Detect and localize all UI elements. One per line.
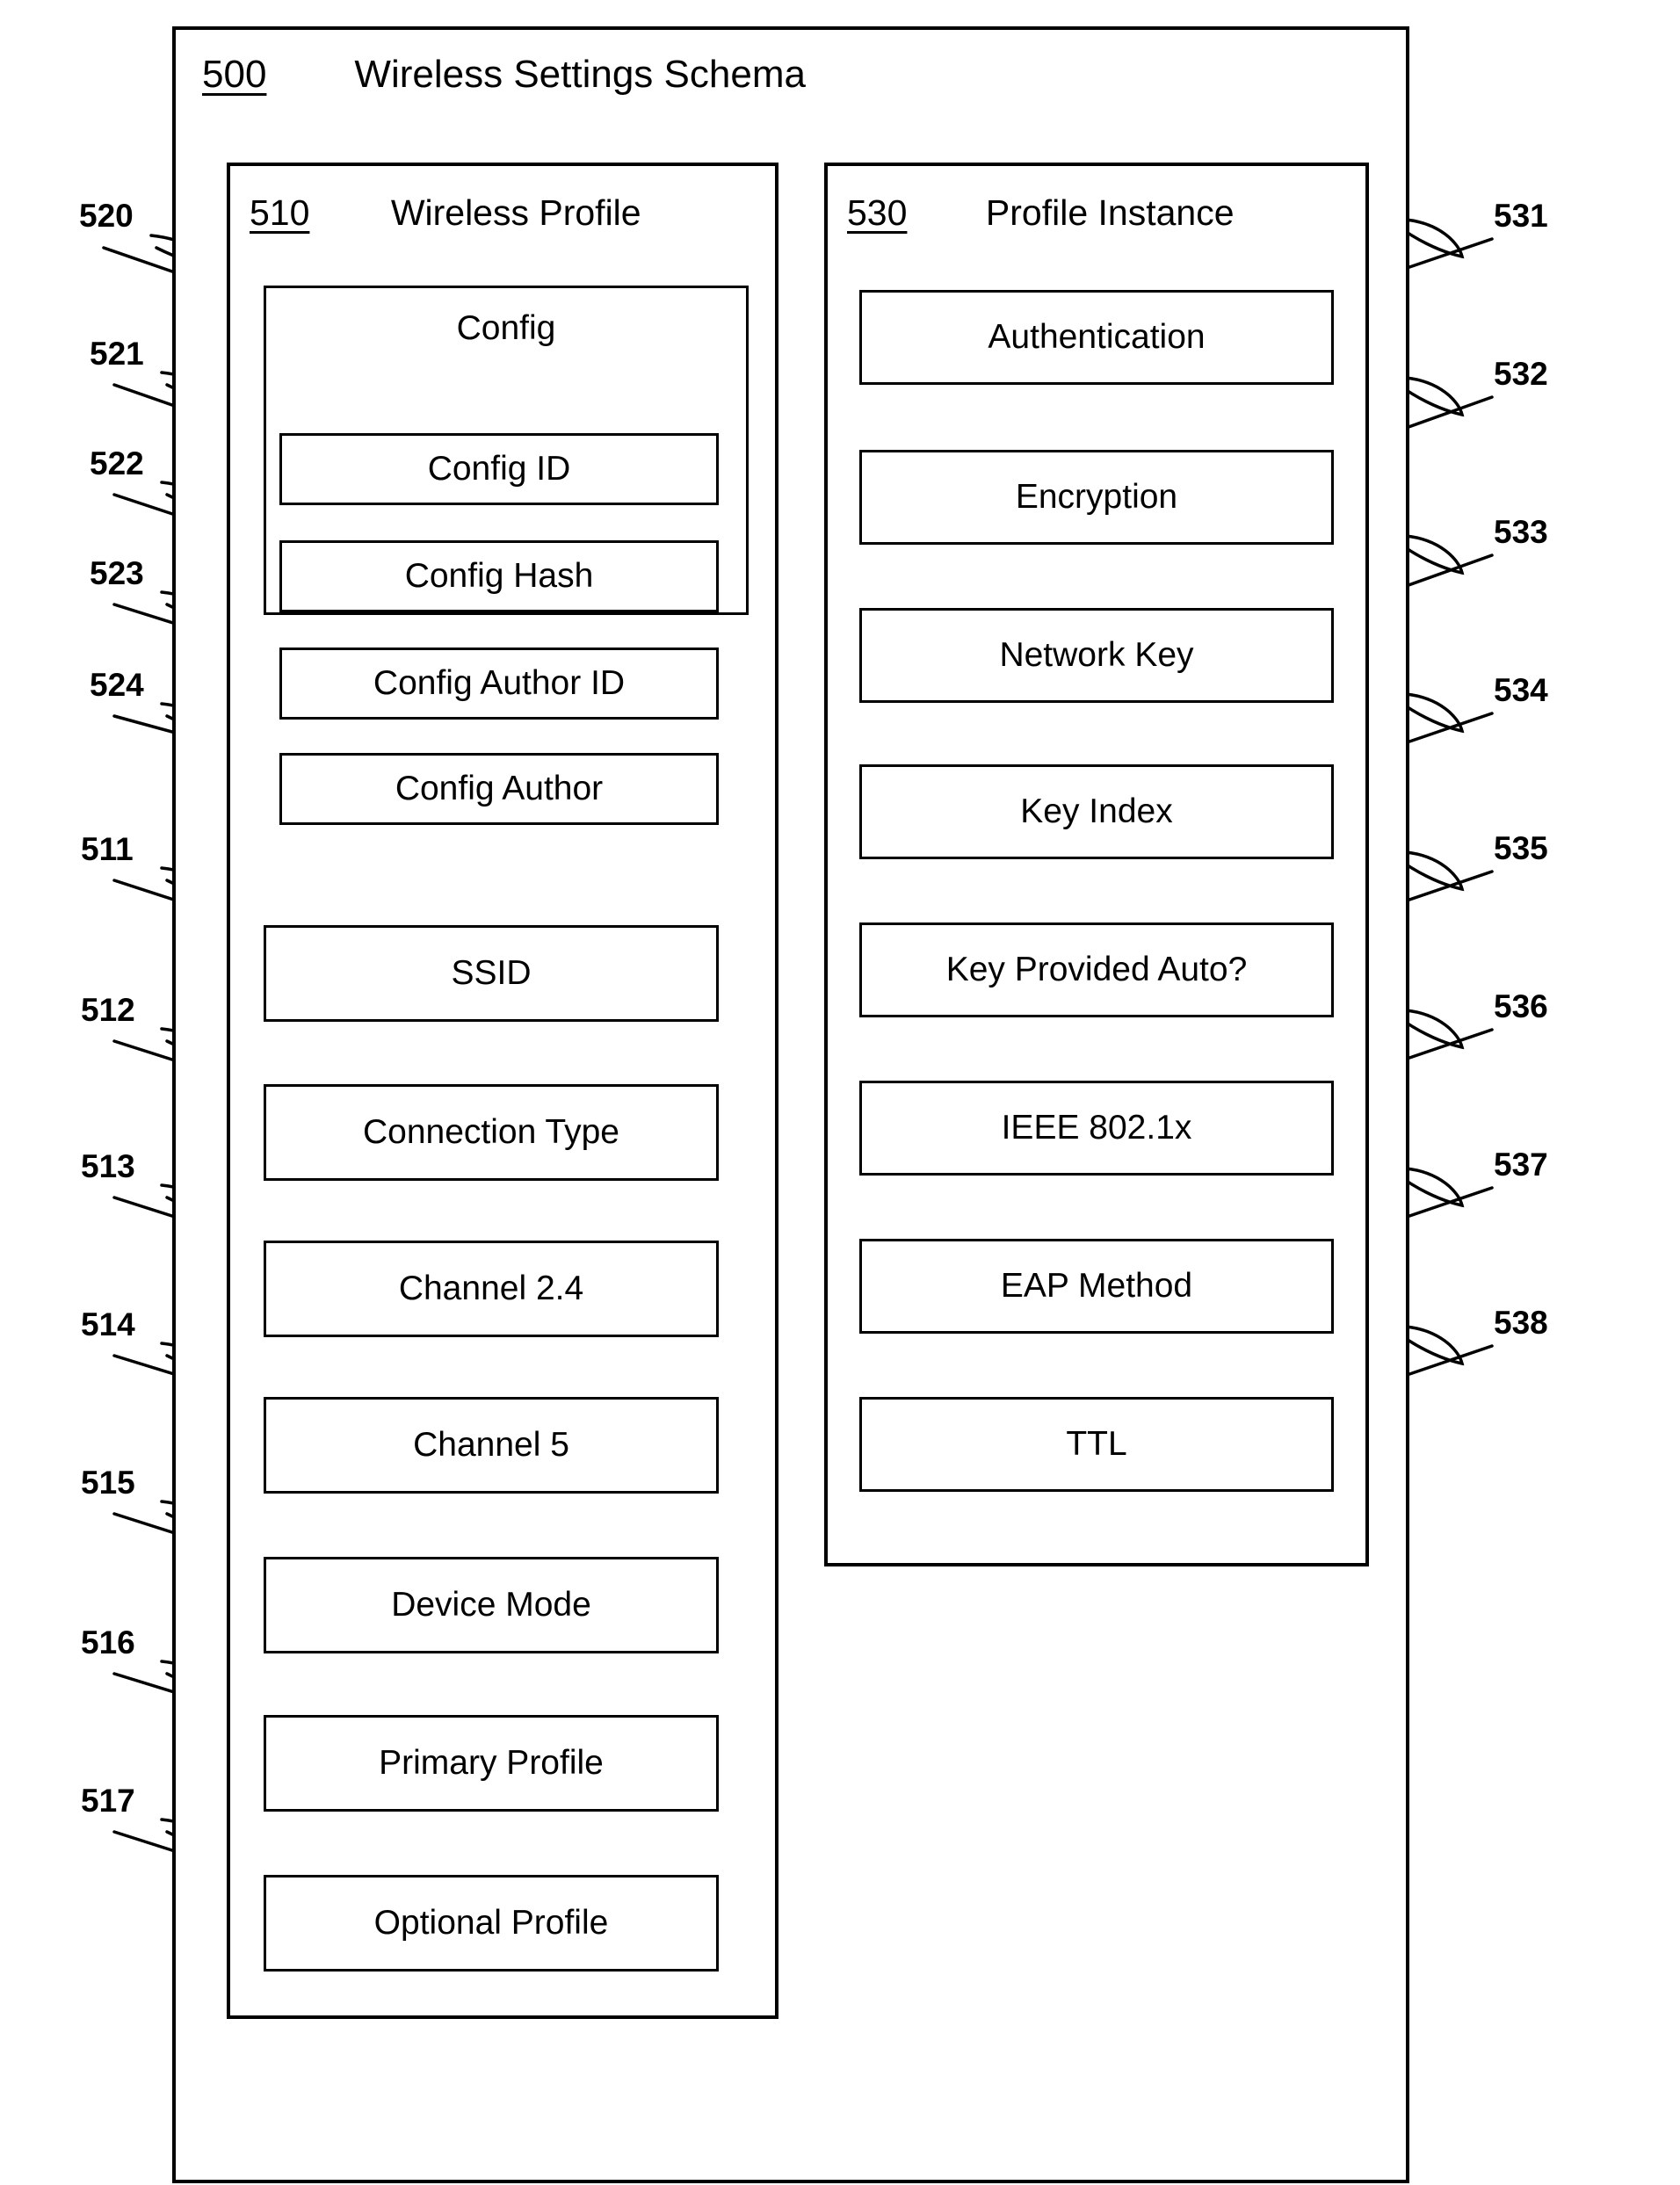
config-group-label: Config xyxy=(456,309,556,347)
refnum-512: 512 xyxy=(81,992,135,1028)
ssid-label: SSID xyxy=(451,954,532,992)
channel-5-box: Channel 5 xyxy=(264,1397,719,1494)
ssid-box: SSID xyxy=(264,925,719,1022)
primary-profile-box: Primary Profile xyxy=(264,1715,719,1812)
config-hash-box: Config Hash xyxy=(279,540,719,612)
refnum-522: 522 xyxy=(90,445,144,481)
eap-method-box: EAP Method xyxy=(859,1239,1334,1334)
refnum-516: 516 xyxy=(81,1624,135,1660)
config-hash-label: Config Hash xyxy=(404,557,594,595)
refnum-514: 514 xyxy=(81,1306,135,1342)
key-index-box: Key Index xyxy=(859,764,1334,859)
primary-profile-label: Primary Profile xyxy=(379,1744,604,1782)
channel-5-label: Channel 5 xyxy=(413,1426,569,1464)
device-mode-label: Device Mode xyxy=(391,1586,591,1624)
wireless-profile-ref-number: 510 xyxy=(250,192,310,233)
channel-24-box: Channel 2.4 xyxy=(264,1241,719,1337)
connection-type-box: Connection Type xyxy=(264,1084,719,1181)
wireless-profile-title: Wireless Profile xyxy=(390,192,641,233)
config-author-id-box: Config Author ID xyxy=(279,648,719,720)
device-mode-box: Device Mode xyxy=(264,1557,719,1653)
config-author-label: Config Author xyxy=(395,770,604,807)
figure-ref-number: 500 xyxy=(202,53,267,96)
channel-24-label: Channel 2.4 xyxy=(398,1270,584,1307)
profile-instance-header: 530 Profile Instance xyxy=(828,185,1365,240)
config-author-box: Config Author xyxy=(279,753,719,825)
figure-title-text: Wireless Settings Schema xyxy=(354,53,806,96)
ttl-box: TTL xyxy=(859,1397,1334,1492)
network-key-label: Network Key xyxy=(999,636,1194,674)
refnum-524: 524 xyxy=(90,667,144,703)
config-id-label: Config ID xyxy=(427,450,571,488)
ieee-8021x-box: IEEE 802.1x xyxy=(859,1081,1334,1176)
optional-profile-label: Optional Profile xyxy=(373,1904,609,1942)
refnum-537: 537 xyxy=(1494,1147,1548,1183)
key-provided-auto-box: Key Provided Auto? xyxy=(859,922,1334,1017)
refnum-523: 523 xyxy=(90,555,144,591)
refnum-521: 521 xyxy=(90,336,144,372)
refnum-531: 531 xyxy=(1494,198,1548,234)
patent-figure: 500 Wireless Settings Schema 510 Wireles… xyxy=(0,0,1680,2185)
authentication-box: Authentication xyxy=(859,290,1334,385)
ttl-label: TTL xyxy=(1066,1425,1127,1463)
profile-instance-title: Profile Instance xyxy=(985,192,1235,233)
refnum-538: 538 xyxy=(1494,1305,1548,1341)
profile-instance-ref-number: 530 xyxy=(847,192,908,233)
eap-method-label: EAP Method xyxy=(1000,1267,1193,1305)
ieee-8021x-label: IEEE 802.1x xyxy=(1001,1109,1192,1147)
refnum-533: 533 xyxy=(1494,514,1548,550)
refnum-535: 535 xyxy=(1494,830,1548,866)
encryption-label: Encryption xyxy=(1015,478,1178,516)
config-id-box: Config ID xyxy=(279,433,719,505)
encryption-box: Encryption xyxy=(859,450,1334,545)
authentication-label: Authentication xyxy=(988,318,1206,356)
wireless-profile-header: 510 Wireless Profile xyxy=(230,185,775,240)
key-provided-auto-label: Key Provided Auto? xyxy=(945,951,1248,988)
refnum-515: 515 xyxy=(81,1465,135,1501)
network-key-box: Network Key xyxy=(859,608,1334,703)
key-index-label: Key Index xyxy=(1020,792,1173,830)
refnum-511: 511 xyxy=(81,831,134,867)
figure-title: 500 Wireless Settings Schema xyxy=(202,48,806,101)
refnum-532: 532 xyxy=(1494,356,1548,392)
refnum-536: 536 xyxy=(1494,988,1548,1024)
optional-profile-box: Optional Profile xyxy=(264,1875,719,1972)
connection-type-label: Connection Type xyxy=(363,1113,619,1151)
refnum-517: 517 xyxy=(81,1783,135,1819)
refnum-534: 534 xyxy=(1494,672,1548,708)
config-author-id-label: Config Author ID xyxy=(373,664,626,702)
refnum-513: 513 xyxy=(81,1148,135,1184)
refnum-520: 520 xyxy=(79,198,134,234)
